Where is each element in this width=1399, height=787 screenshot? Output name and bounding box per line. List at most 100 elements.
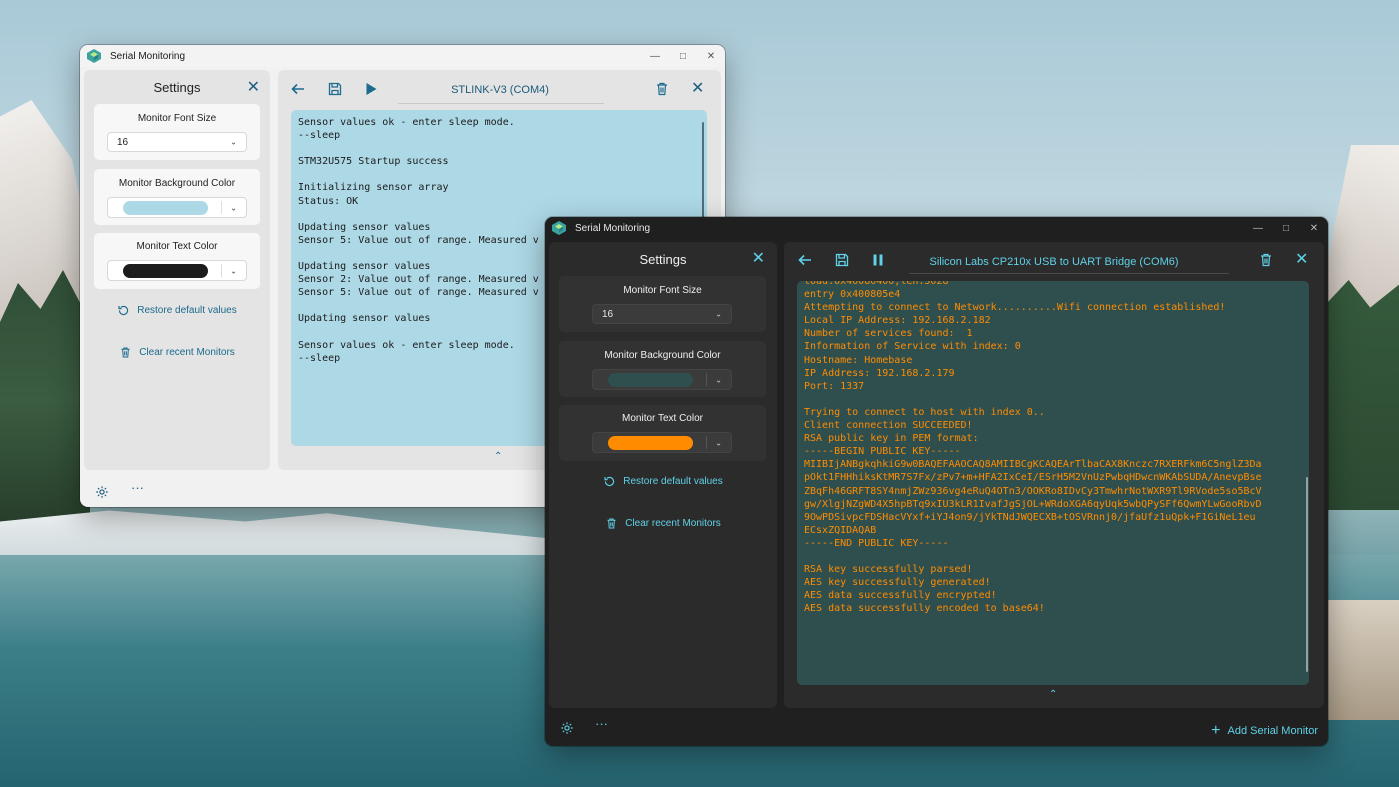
divider (221, 264, 222, 277)
background-color-card: Monitor Background Color ⌄ (94, 169, 260, 225)
font-size-card: Monitor Font Size 16 ⌄ (94, 104, 260, 160)
chevron-up-icon[interactable]: ⌃ (1049, 689, 1057, 700)
restore-defaults-button[interactable]: Restore default values (84, 304, 270, 317)
font-size-value: 16 (602, 308, 614, 320)
serial-output-line (804, 550, 1302, 563)
font-size-dropdown[interactable]: 16 ⌄ (107, 132, 247, 152)
clear-recent-monitors-label: Clear recent Monitors (139, 347, 235, 358)
close-settings-button[interactable]: ✕ (752, 251, 765, 267)
scrollbar[interactable] (1306, 477, 1308, 672)
chevron-down-icon: ⌄ (230, 137, 237, 147)
background-color-card: Monitor Background Color ⌄ (559, 341, 766, 397)
window-title: Serial Monitoring (110, 50, 186, 62)
monitor-title: Silicon Labs CP210x USB to UART Bridge (… (929, 256, 1179, 268)
title-underline (909, 273, 1229, 274)
chevron-down-icon: ⌄ (715, 375, 722, 384)
app-logo-icon (552, 221, 566, 235)
background-color-picker[interactable]: ⌄ (592, 369, 732, 390)
text-color-label: Monitor Text Color (136, 241, 218, 252)
text-color-picker[interactable]: ⌄ (592, 432, 732, 453)
restore-defaults-label: Restore default values (137, 305, 237, 316)
text-color-card: Monitor Text Color ⌄ (559, 405, 766, 461)
back-arrow-icon[interactable] (290, 81, 306, 97)
divider (221, 201, 222, 214)
serial-output-line: Attempting to connect to Network........… (804, 302, 1226, 314)
serial-output-line: IP Address: 192.168.2.179 (804, 367, 955, 379)
serial-output-line: entry 0x400805e4 (804, 289, 901, 301)
gear-icon[interactable] (95, 485, 109, 499)
serial-output-line (298, 142, 700, 155)
serial-output-line: AES data successfully encoded to base64! (804, 603, 1045, 615)
close-monitor-button[interactable]: ✕ (691, 81, 704, 97)
font-size-dropdown[interactable]: 16 ⌄ (592, 304, 732, 324)
serial-output-line: ZBqFh46GRFT8SY4nmjZWz936vg4eRuQ4OTn3/OOK… (804, 485, 1262, 497)
maximize-button[interactable]: □ (1272, 217, 1300, 239)
monitor-toolbar: Silicon Labs CP210x USB to UART Bridge (… (784, 242, 1324, 280)
bottom-bar: ··· + Add Serial Monitor (545, 716, 1328, 746)
close-window-button[interactable]: ✕ (1300, 217, 1328, 239)
monitor-toolbar: STLINK-V3 (COM4) ✕ (278, 70, 721, 108)
serial-output-line: load:0x40080400,len:5028 (804, 281, 949, 287)
chevron-down-icon: ⌄ (715, 438, 722, 447)
save-icon[interactable] (327, 81, 343, 97)
settings-title: Settings (639, 252, 687, 267)
serial-output-line: Status: OK (298, 195, 359, 207)
add-serial-monitor-button[interactable]: + Add Serial Monitor (1211, 723, 1318, 739)
serial-output-line: Hostname: Homebase (804, 354, 913, 366)
wallpaper-forest (1327, 280, 1399, 510)
title-bar[interactable]: Serial Monitoring — □ ✕ (80, 45, 725, 67)
background-color-label: Monitor Background Color (604, 350, 721, 361)
chevron-down-icon: ⌄ (230, 203, 237, 212)
serial-output-line: RSA public key in PEM format: (804, 433, 979, 445)
title-bar[interactable]: Serial Monitoring — □ ✕ (545, 217, 1328, 239)
clear-recent-monitors-button[interactable]: Clear recent Monitors (549, 517, 777, 530)
serial-output-line: Port: 1337 (804, 380, 865, 392)
pause-icon[interactable] (870, 252, 886, 268)
chevron-up-icon[interactable]: ⌃ (494, 451, 502, 462)
restore-icon (118, 305, 129, 316)
close-monitor-button[interactable]: ✕ (1295, 252, 1308, 268)
serial-output-line: Client connection SUCCEEDED! (804, 420, 973, 432)
minimize-button[interactable]: — (1244, 217, 1272, 239)
text-color-swatch (123, 264, 208, 278)
close-window-button[interactable]: ✕ (697, 45, 725, 67)
close-settings-button[interactable]: ✕ (247, 80, 260, 96)
trash-icon[interactable] (654, 81, 670, 97)
clear-recent-monitors-label: Clear recent Monitors (625, 518, 721, 529)
font-size-value: 16 (117, 136, 129, 148)
serial-output-line: 9OwPDSivpcFDSHacVYxf+iYJ4on9/jYkTNdJWQEC… (804, 511, 1256, 523)
serial-output-line: Information of Service with index: 0 (804, 341, 1021, 353)
restore-defaults-button[interactable]: Restore default values (549, 475, 777, 488)
back-arrow-icon[interactable] (797, 252, 813, 268)
text-color-card: Monitor Text Color ⌄ (94, 233, 260, 289)
trash-icon (121, 347, 130, 358)
serial-output-line: MIIBIjANBgkqhkiG9w0BAQEFAAOCAQ8AMIIBCgKC… (804, 459, 1262, 471)
serial-output-line: -----END PUBLIC KEY----- (804, 537, 949, 549)
serial-output-line: -----BEGIN PUBLIC KEY----- (804, 446, 961, 458)
text-color-picker[interactable]: ⌄ (107, 260, 247, 281)
background-color-picker[interactable]: ⌄ (107, 197, 247, 218)
minimize-button[interactable]: — (641, 45, 669, 67)
serial-monitoring-window-dark: Serial Monitoring — □ ✕ Settings ✕ Monit… (545, 217, 1328, 746)
background-color-label: Monitor Background Color (118, 178, 236, 189)
more-options-icon[interactable]: ··· (595, 716, 608, 731)
font-size-label: Monitor Font Size (137, 113, 217, 124)
gear-icon[interactable] (560, 721, 574, 735)
play-icon[interactable] (363, 81, 379, 97)
divider (706, 373, 707, 386)
save-icon[interactable] (834, 252, 850, 268)
settings-panel: Settings ✕ Monitor Font Size 16 ⌄ Monito… (84, 70, 270, 470)
wallpaper-forest (0, 270, 90, 530)
serial-output-line (804, 393, 1302, 406)
clear-recent-monitors-button[interactable]: Clear recent Monitors (84, 346, 270, 359)
text-color-label: Monitor Text Color (622, 413, 703, 424)
background-color-swatch (608, 373, 693, 387)
maximize-button[interactable]: □ (669, 45, 697, 67)
monitor-panel: Silicon Labs CP210x USB to UART Bridge (… (784, 242, 1324, 708)
serial-output-line: Trying to connect to host with index 0.. (804, 406, 1045, 418)
serial-output-line: pOkt1FHHhiksKtMR7S7Fx/zPv7+m+HFA2IxCeI/E… (804, 472, 1262, 484)
trash-icon[interactable] (1258, 252, 1274, 268)
more-options-icon[interactable]: ··· (131, 480, 144, 495)
font-size-card: Monitor Font Size 16 ⌄ (559, 276, 766, 332)
serial-output[interactable]: load:0x40080400,len:5028 entry 0x400805e4… (797, 281, 1309, 685)
